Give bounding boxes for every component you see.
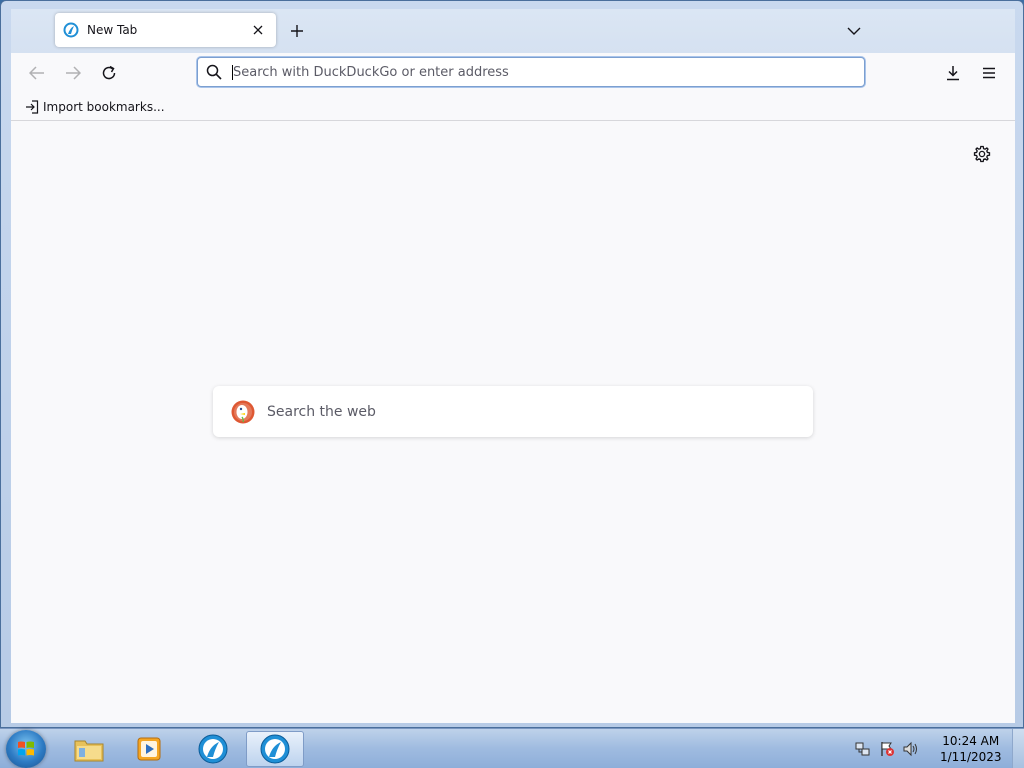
search-icon <box>206 64 222 80</box>
folder-icon <box>74 740 104 762</box>
search-placeholder: Search the web <box>267 403 376 420</box>
hamburger-menu-icon <box>983 67 995 79</box>
list-all-tabs-button[interactable] <box>844 21 864 41</box>
plus-icon <box>291 25 303 37</box>
app-menu-button[interactable] <box>977 62 1001 84</box>
arrow-right-icon <box>66 66 81 80</box>
tray-volume[interactable] <box>902 740 920 758</box>
new-tab-button[interactable] <box>287 21 307 41</box>
taskbar: 10:24 AM 1/11/2023 <box>0 728 1024 768</box>
tray-action-center[interactable] <box>878 740 896 758</box>
chevron-down-icon <box>847 27 861 35</box>
clock-date: 1/11/2023 <box>940 750 1002 764</box>
browser-frame: New Tab Search with DuckDuckGo or enter … <box>11 9 1015 723</box>
downloads-button[interactable] <box>941 62 965 84</box>
personalize-settings-button[interactable] <box>971 143 993 165</box>
browser-favicon-icon <box>63 22 79 38</box>
reload-icon <box>102 65 116 80</box>
clock-time: 10:24 AM <box>942 734 1000 748</box>
taskbar-clock[interactable]: 10:24 AM 1/11/2023 <box>940 733 1002 765</box>
import-bookmarks-label: Import bookmarks... <box>43 99 165 114</box>
taskbar-browser-1[interactable] <box>184 731 242 767</box>
taskbar-media-player[interactable] <box>120 731 178 767</box>
start-button[interactable] <box>6 730 46 768</box>
browser-icon <box>198 734 228 764</box>
download-icon <box>947 66 959 81</box>
tab-new-tab[interactable]: New Tab <box>55 13 276 47</box>
new-tab-page: Search the web <box>11 121 1015 723</box>
import-bookmarks-button[interactable]: Import bookmarks... <box>25 100 165 114</box>
import-icon <box>26 99 39 114</box>
duckduckgo-logo-icon <box>231 400 255 423</box>
tab-close-button[interactable] <box>250 22 266 38</box>
url-bar[interactable] <box>197 57 865 87</box>
navigation-toolbar <box>11 53 1015 93</box>
show-desktop-button[interactable] <box>1012 729 1024 768</box>
forward-button[interactable] <box>61 62 85 84</box>
web-search-box[interactable]: Search the web <box>213 386 813 437</box>
tab-title: New Tab <box>87 23 138 37</box>
taskbar-explorer[interactable] <box>60 731 118 767</box>
close-icon <box>253 25 263 35</box>
tab-strip: New Tab <box>11 9 1015 53</box>
tray-network[interactable] <box>854 740 872 758</box>
arrow-left-icon <box>29 66 44 80</box>
flag-warning-icon <box>881 742 894 756</box>
network-icon <box>855 742 870 756</box>
media-player-icon <box>137 737 161 761</box>
browser-window: New Tab Search with DuckDuckGo or enter … <box>0 0 1024 728</box>
gear-icon <box>973 145 991 163</box>
windows-logo-icon <box>18 741 34 756</box>
reload-button[interactable] <box>97 62 121 84</box>
browser-icon <box>260 734 290 764</box>
taskbar-browser-2[interactable] <box>246 731 304 767</box>
url-input[interactable] <box>233 64 864 80</box>
bookmarks-toolbar: Import bookmarks... <box>11 93 1015 121</box>
back-button[interactable] <box>25 62 49 84</box>
system-tray: 10:24 AM 1/11/2023 <box>854 729 1024 768</box>
speaker-icon <box>903 741 917 757</box>
